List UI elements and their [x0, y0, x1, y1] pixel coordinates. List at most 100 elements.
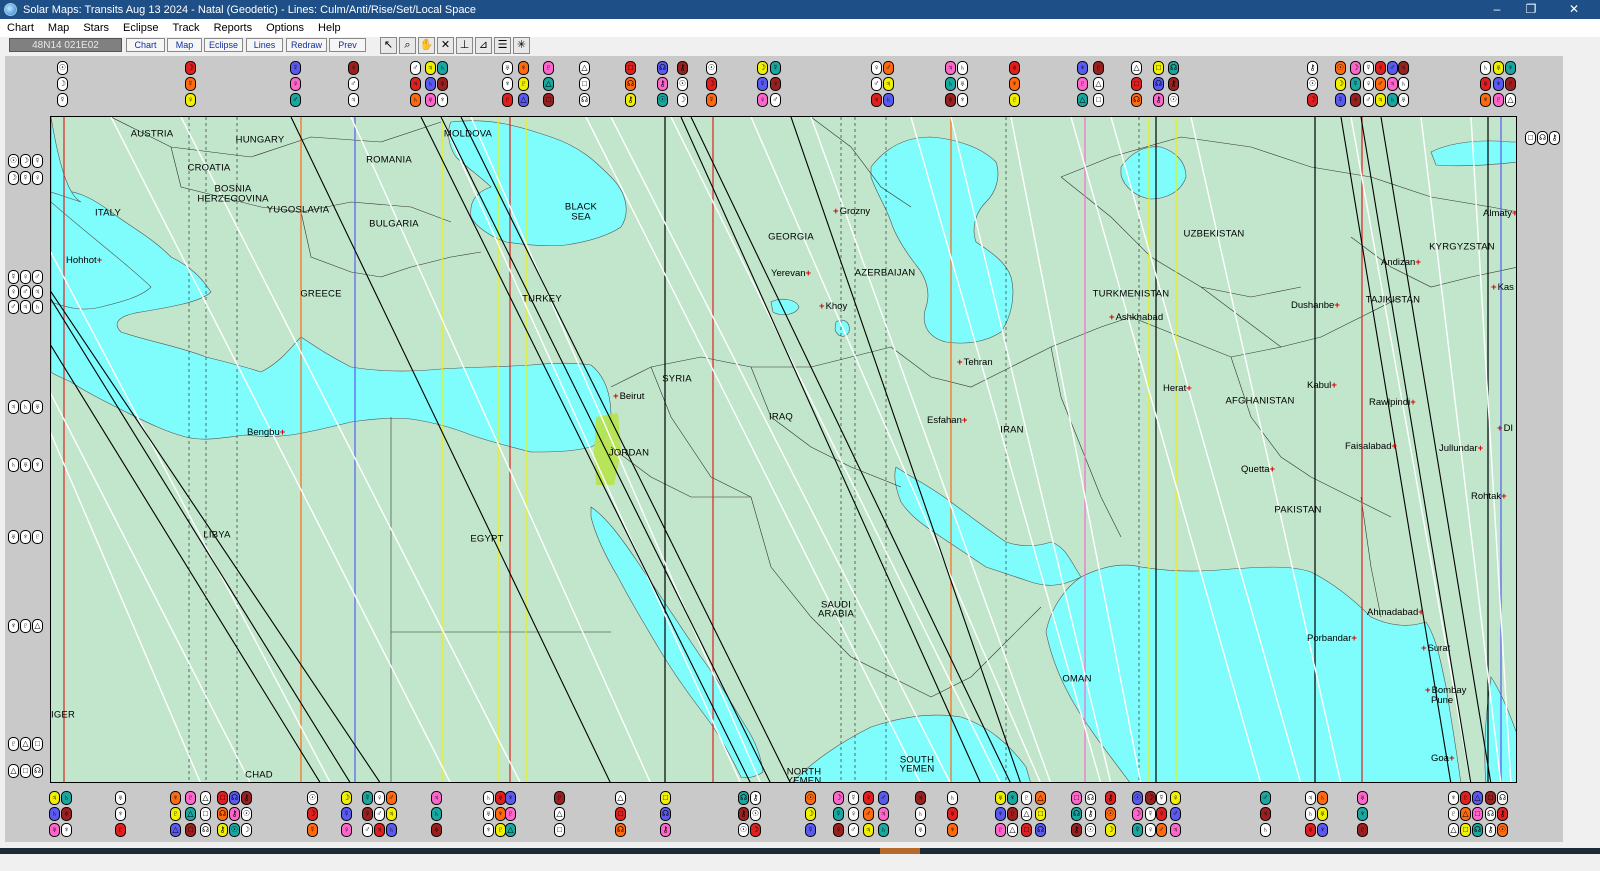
label-yemen-north: YEMEN [786, 775, 822, 783]
bottom-glyph-column: ♆ ♇ △ [1448, 791, 1460, 839]
planet-glyph-icon: ☿ [1156, 791, 1167, 805]
planet-glyph-icon: ♅ [32, 400, 43, 414]
planet-glyph-icon: ♇ [1448, 807, 1459, 821]
planet-glyph-icon: ☿ [770, 61, 781, 75]
redraw-button[interactable]: Redraw [286, 38, 327, 52]
city-name: Khoy [825, 301, 848, 312]
city-marker: + [1491, 282, 1497, 293]
menu-chart[interactable]: Chart [0, 22, 41, 34]
planet-glyph-icon: ♅ [1317, 807, 1328, 821]
planet-glyph-icon: ☽ [706, 77, 717, 91]
planet-glyph-icon: ☽ [1145, 791, 1156, 805]
world-map[interactable]: AUSTRIA HUNGARY MOLDOVA CROATIA ROMANIA … [50, 116, 1517, 783]
planet-glyph-icon: ♄ [483, 791, 494, 805]
prev-button[interactable]: Prev [329, 38, 366, 52]
planet-glyph-icon: ☽ [757, 61, 768, 75]
planet-glyph-icon: ♇ [1093, 61, 1104, 75]
hand-icon[interactable]: ✋ [418, 37, 435, 54]
measure-icon[interactable]: ⊥ [456, 37, 473, 54]
adriatic-sea [51, 117, 82, 203]
planet-glyph-icon: ♄ [883, 93, 894, 107]
close-button[interactable]: ✕ [1548, 0, 1600, 19]
planet-glyph-icon: ♂ [1260, 791, 1271, 805]
planet-glyph-icon: ♅ [957, 77, 968, 91]
top-glyph-column: △ □ ☊ [1131, 61, 1143, 109]
minimize-button[interactable]: – [1480, 0, 1514, 19]
planet-glyph-icon: ⚷ [1497, 807, 1508, 821]
planet-glyph-icon: ♆ [1448, 791, 1459, 805]
map-svg [51, 117, 1516, 782]
cross-lines-icon[interactable]: ✕ [437, 37, 454, 54]
bottom-glyph-column: ⚷ ☉ ☽ [1105, 791, 1117, 839]
planet-glyph-icon: △ [1035, 791, 1046, 805]
planet-glyph-icon: ☊ [1472, 823, 1483, 837]
planet-glyph-icon: ♆ [1505, 61, 1516, 75]
bottom-glyph-column: △ □ ☊ [615, 791, 627, 839]
city-marker: + [1186, 383, 1192, 394]
menu-help[interactable]: Help [311, 22, 348, 34]
planet-glyph-icon: ♃ [32, 285, 43, 299]
city-grozny: +Grozny [833, 206, 870, 217]
menu-track[interactable]: Track [165, 22, 206, 34]
menu-map[interactable]: Map [41, 22, 76, 34]
list-icon[interactable]: ☰ [494, 37, 511, 54]
planet-glyph-icon: ♇ [1007, 807, 1018, 821]
planet-glyph-icon: ♂ [1363, 93, 1374, 107]
planet-glyph-icon: ☽ [1307, 93, 1318, 107]
planet-glyph-icon: ☿ [32, 154, 43, 168]
city-beirut: +Beirut [613, 391, 644, 402]
planet-glyph-icon: ♃ [871, 93, 882, 107]
maximize-button[interactable]: ❐ [1514, 0, 1548, 19]
city-name: Quetta [1241, 464, 1270, 475]
planet-glyph-icon: ♅ [437, 77, 448, 91]
pointer-icon[interactable]: ↖ [380, 37, 397, 54]
planet-glyph-icon: ⚷ [229, 807, 240, 821]
eclipse-button[interactable]: Eclipse [204, 38, 243, 52]
planet-glyph-icon: □ [20, 764, 31, 778]
planet-glyph-icon: ☿ [1145, 807, 1156, 821]
planet-glyph-icon: ♃ [1375, 93, 1386, 107]
chart-button[interactable]: Chart [126, 38, 165, 52]
planet-glyph-icon: △ [185, 807, 196, 821]
top-glyph-column: ♇ △ □ [543, 61, 555, 109]
city-marker: + [1331, 380, 1337, 391]
zoom-icon[interactable]: ⌕ [399, 37, 416, 54]
planet-glyph-icon: ⚷ [657, 77, 668, 91]
top-glyph-column: ☊ ⚷ ☉ [657, 61, 669, 109]
label-oman: OMAN [1062, 673, 1092, 685]
city-rohtak: Rohtak+ [1471, 491, 1508, 502]
city-herat: Herat+ [1163, 383, 1193, 394]
planet-glyph-icon: ♅ [49, 823, 60, 837]
star-icon[interactable]: ✳ [513, 37, 530, 54]
bottom-glyph-column: ♀ ♂ ♃ [374, 791, 386, 839]
planet-glyph-icon: ☿ [1132, 823, 1143, 837]
planet-glyph-icon: ♅ [483, 807, 494, 821]
planet-glyph-icon: ☽ [750, 823, 761, 837]
planet-glyph-icon: ♅ [1480, 77, 1491, 91]
planet-glyph-icon: ☊ [200, 823, 211, 837]
planet-glyph-icon: ♄ [915, 807, 926, 821]
city-name: Esfahan [927, 415, 962, 426]
planet-glyph-icon: ♀ [1156, 807, 1167, 821]
label-iraq: IRAQ [768, 411, 794, 423]
city-ahmadabad: Ahmadabad+ [1367, 607, 1425, 618]
planet-glyph-icon: ☉ [1132, 791, 1143, 805]
planet-glyph-icon: ♆ [1357, 807, 1368, 821]
top-glyph-column: ♂ ♃ ♄ [883, 61, 895, 109]
menu-options[interactable]: Options [259, 22, 311, 34]
lines-button[interactable]: Lines [246, 38, 283, 52]
map-button[interactable]: Map [167, 38, 202, 52]
planet-glyph-icon: ⚷ [1085, 807, 1096, 821]
menu-reports[interactable]: Reports [207, 22, 260, 34]
bottom-glyph-column: ⚷ ☉ ☽ [241, 791, 253, 839]
planet-glyph-icon: ☽ [1105, 823, 1116, 837]
planet-glyph-icon: ⚷ [217, 823, 228, 837]
side-glyph-group: □ ☊ ⚷ [1525, 131, 1560, 145]
planet-glyph-icon: ♅ [8, 530, 19, 544]
bottom-glyph-column: ☿ ♀ ♂ [848, 791, 860, 839]
menu-stars[interactable]: Stars [76, 22, 116, 34]
planet-glyph-icon: ♂ [1375, 77, 1386, 91]
plot-icon[interactable]: ⊿ [475, 37, 492, 54]
planet-glyph-icon: ♃ [1387, 77, 1398, 91]
menu-eclipse[interactable]: Eclipse [116, 22, 165, 34]
